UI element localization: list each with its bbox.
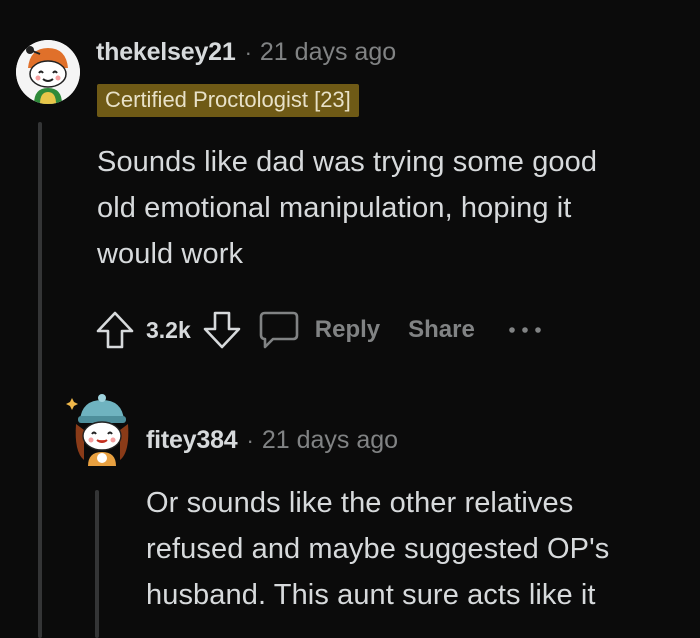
- snoo-avatar-icon: [16, 40, 80, 104]
- comment-line: refused and maybe suggested OP's: [146, 533, 610, 565]
- reply-label: Reply: [314, 316, 381, 343]
- more-options-button[interactable]: [507, 324, 543, 336]
- comment-line: would work: [97, 238, 244, 270]
- comment-body: Sounds like dad was trying some good old…: [97, 139, 687, 277]
- thread-line[interactable]: [95, 490, 99, 638]
- username[interactable]: fitey384: [146, 426, 238, 455]
- arrow-down-icon: [203, 311, 241, 349]
- arrow-up-icon: [96, 311, 134, 349]
- avatar[interactable]: [16, 40, 80, 104]
- username[interactable]: thekelsey21: [96, 38, 236, 67]
- timestamp[interactable]: 21 days ago: [262, 426, 398, 455]
- reply-button[interactable]: Reply: [257, 309, 380, 351]
- comment-line: Sounds like dad was trying some good: [97, 146, 598, 178]
- downvote-button[interactable]: [201, 309, 243, 351]
- vote-score: 3.2k: [146, 316, 191, 343]
- thread-line[interactable]: [38, 122, 42, 638]
- ellipsis-icon: [509, 327, 541, 333]
- timestamp[interactable]: 21 days ago: [260, 38, 396, 67]
- upvote-button[interactable]: [94, 309, 136, 351]
- speech-bubble-icon: [259, 311, 299, 349]
- comment-actions: 3.2k Reply Share: [94, 310, 543, 350]
- snoo-avatar-icon: [66, 394, 129, 466]
- share-button[interactable]: Share: [408, 316, 475, 344]
- user-flair: Certified Proctologist [23]: [97, 84, 359, 117]
- separator: ·: [244, 40, 252, 65]
- comment-line: old emotional manipulation, hoping it: [97, 192, 572, 224]
- comment-body: Or sounds like the other relatives refus…: [146, 480, 691, 618]
- comment-line: husband. This aunt sure acts like it: [146, 579, 596, 611]
- comment-meta: fitey384 · 21 days ago: [146, 426, 398, 455]
- comment-line: Or sounds like the other relatives: [146, 487, 574, 519]
- separator: ·: [246, 428, 254, 453]
- comment-meta: thekelsey21 · 21 days ago: [96, 38, 396, 67]
- avatar[interactable]: [64, 394, 132, 466]
